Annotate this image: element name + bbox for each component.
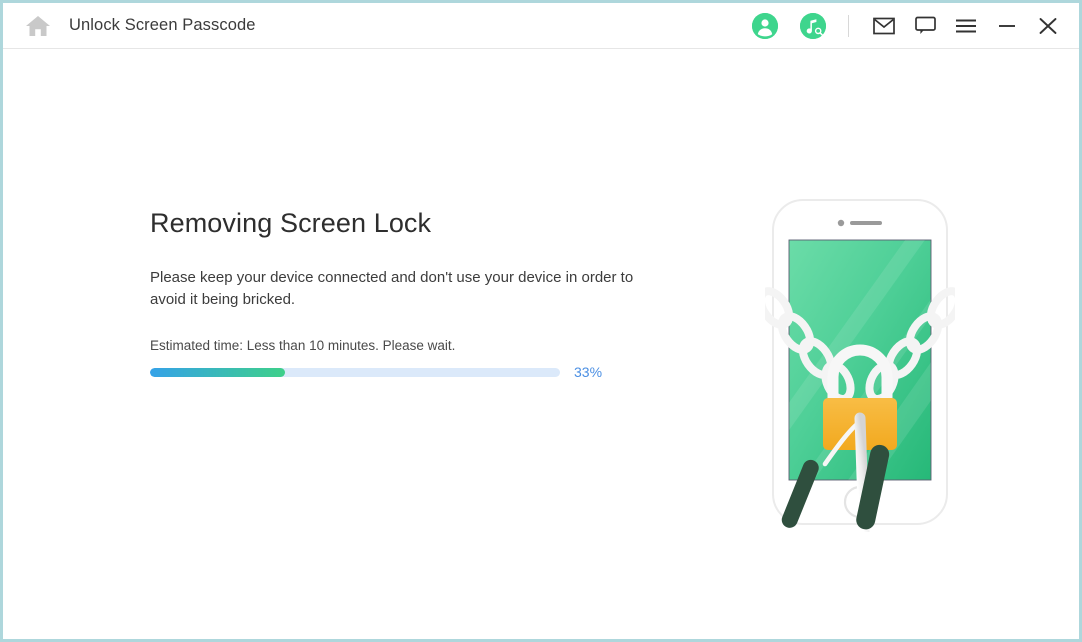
description-text: Please keep your device connected and do… (150, 267, 640, 311)
progress-row: 33% (150, 364, 650, 380)
account-circle-icon[interactable] (752, 13, 778, 39)
progress-bar (150, 368, 560, 377)
mail-button[interactable] (869, 11, 899, 41)
feedback-button[interactable] (910, 11, 940, 41)
minimize-button[interactable] (992, 11, 1022, 41)
page-title: Removing Screen Lock (150, 208, 650, 239)
hamburger-menu-icon (955, 18, 977, 34)
app-title: Unlock Screen Passcode (69, 16, 256, 35)
progress-percent-label: 33% (574, 364, 602, 380)
titlebar-actions (752, 3, 1079, 48)
estimated-time-text: Estimated time: Less than 10 minutes. Pl… (150, 338, 650, 353)
account-icon-glyph (752, 13, 778, 39)
close-icon (1037, 16, 1059, 36)
phone-chained-lock-illustration (765, 192, 955, 532)
home-button[interactable] (23, 12, 53, 40)
menu-button[interactable] (951, 11, 981, 41)
close-button[interactable] (1033, 11, 1063, 41)
mail-icon (873, 17, 895, 35)
titlebar-divider (848, 15, 849, 37)
music-search-circle-icon[interactable] (800, 13, 826, 39)
progress-bar-fill (150, 368, 285, 377)
status-panel: Removing Screen Lock Please keep your de… (150, 208, 650, 380)
main-content: Removing Screen Lock Please keep your de… (3, 49, 1079, 639)
speech-bubble-icon (915, 16, 936, 35)
title-bar: Unlock Screen Passcode (3, 3, 1079, 49)
app-window: Unlock Screen Passcode (0, 0, 1082, 642)
illustration-svg (765, 192, 955, 532)
home-icon (25, 14, 51, 38)
minimize-icon (996, 18, 1018, 34)
music-search-icon-glyph (800, 13, 826, 39)
